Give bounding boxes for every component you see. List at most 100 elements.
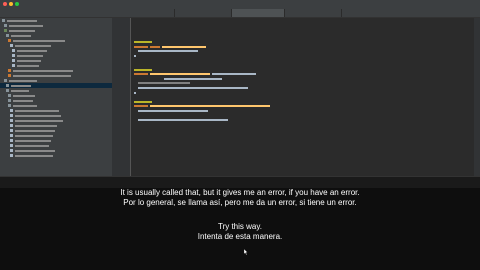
tree-item-label (13, 104, 37, 107)
file-icon (8, 94, 11, 97)
file-icon (10, 149, 13, 152)
file-icon (4, 79, 7, 82)
code-line (134, 118, 272, 123)
file-icon (10, 134, 13, 137)
maximize-window-button[interactable] (15, 2, 19, 6)
editor-tab[interactable] (285, 9, 342, 17)
code-token (134, 54, 136, 57)
file-icon (10, 109, 13, 112)
tree-item-label (17, 54, 43, 57)
code-token (138, 86, 248, 89)
code-token (134, 73, 148, 76)
subtitle-spanish: Por lo general, se llama así, pero me da… (123, 198, 357, 207)
subtitle-spanish: Intenta de esta manera. (197, 232, 283, 241)
code-token (138, 50, 198, 53)
file-icon (8, 74, 11, 77)
code-token (162, 45, 206, 48)
file-icon (6, 84, 9, 87)
file-icon (8, 99, 11, 102)
close-window-button[interactable] (3, 2, 7, 6)
tree-item-label (15, 124, 57, 127)
subtitle-area: It is usually called that, but it gives … (0, 188, 480, 242)
tree-item-label (15, 114, 61, 117)
code-token (138, 109, 208, 112)
code-token (134, 100, 152, 103)
window-titlebar (0, 0, 480, 8)
file-icon (10, 129, 13, 132)
file-icon (12, 54, 15, 57)
file-icon (10, 44, 13, 47)
subtitle-english: It is usually called that, but it gives … (120, 188, 360, 197)
tree-item-label (15, 154, 53, 157)
tree-item-label (13, 99, 33, 102)
tree-item-label (11, 34, 31, 37)
tree-item-label (13, 39, 65, 42)
editor-tab-bar (0, 8, 480, 18)
code-editor[interactable] (112, 18, 480, 176)
tree-item-label (15, 139, 51, 142)
editor-tab[interactable] (112, 9, 175, 17)
file-icon (8, 39, 11, 42)
code-token (150, 105, 270, 108)
file-icon (4, 24, 7, 27)
code-token (138, 119, 228, 122)
file-icon (8, 104, 11, 107)
file-icon (10, 144, 13, 147)
tree-item-label (7, 19, 37, 22)
tree-item-label (13, 69, 73, 72)
line-number-gutter (112, 18, 131, 176)
bottom-toolbar (0, 176, 480, 188)
file-icon (10, 114, 13, 117)
tree-item-label (15, 44, 51, 47)
file-icon (12, 64, 15, 67)
tree-item-label (11, 84, 31, 87)
file-icon (6, 89, 9, 92)
tree-item-label (15, 144, 49, 147)
tree-item-label (13, 94, 35, 97)
subtitle-english: Try this way. (217, 222, 262, 231)
editor-tab[interactable] (175, 9, 232, 17)
ide-window (0, 0, 480, 176)
tree-item-label (15, 149, 55, 152)
file-icon (10, 124, 13, 127)
code-token (150, 73, 210, 76)
tree-item-label (9, 79, 37, 82)
project-tree-panel (0, 18, 113, 176)
file-icon (2, 19, 5, 22)
editor-scroll-strip[interactable] (474, 18, 480, 176)
tree-item-label (17, 59, 41, 62)
code-token (134, 45, 148, 48)
code-lines (134, 40, 272, 123)
file-icon (10, 139, 13, 142)
tree-item-label (15, 129, 55, 132)
file-icon (10, 154, 13, 157)
code-token (134, 91, 136, 94)
tree-item-label (15, 109, 59, 112)
window-controls (3, 2, 19, 6)
tree-item-label (15, 134, 53, 137)
tree-item-label (9, 29, 35, 32)
code-token (134, 68, 152, 71)
tree-item[interactable] (0, 153, 112, 158)
code-token (150, 45, 160, 48)
file-icon (8, 69, 11, 72)
tree-item-label (17, 49, 47, 52)
code-token (134, 41, 152, 43)
mouse-cursor-icon (244, 249, 248, 255)
file-icon (10, 119, 13, 122)
file-icon (6, 34, 9, 37)
file-icon (12, 49, 15, 52)
code-token (164, 77, 222, 80)
minimize-window-button[interactable] (9, 2, 13, 6)
file-icon (12, 59, 15, 62)
tree-item-label (17, 64, 39, 67)
editor-tab-active[interactable] (232, 9, 285, 17)
code-token (134, 105, 148, 108)
file-icon (4, 29, 7, 32)
tree-item-label (9, 24, 43, 27)
tree-item-label (13, 74, 71, 77)
subtitle-gap (0, 208, 480, 222)
tree-item-label (11, 89, 29, 92)
tree-item-label (15, 119, 63, 122)
code-token (138, 82, 190, 85)
